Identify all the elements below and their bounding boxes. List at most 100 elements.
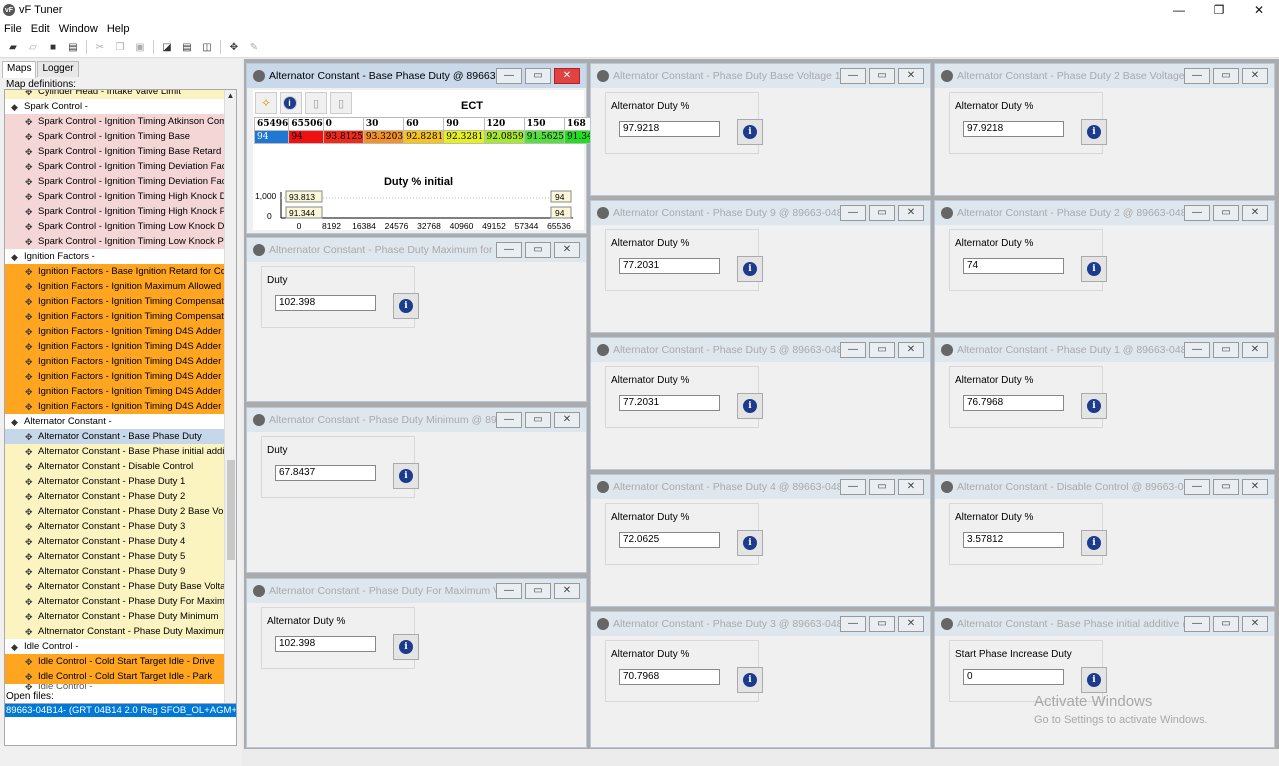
menu-window[interactable]: Window — [59, 23, 98, 35]
window-close-button[interactable]: ✕ — [1242, 616, 1268, 632]
window-minimize-button[interactable]: — — [496, 68, 522, 84]
window-maximize-button[interactable]: ▭ — [869, 342, 895, 358]
value-cell[interactable]: 93.8125 — [322, 130, 364, 144]
window-close-button[interactable]: ✕ — [1242, 205, 1268, 221]
map-window[interactable]: Alternator Constant - Phase Duty 4 @ 896… — [590, 474, 931, 607]
window-minimize-button[interactable]: — — [496, 583, 522, 599]
value-field[interactable]: 102.398 — [275, 636, 376, 652]
value-field[interactable]: 70.7968 — [619, 669, 720, 685]
value-field[interactable]: 102.398 — [275, 295, 376, 311]
cut-icon[interactable]: ✂ — [93, 40, 107, 54]
window-minimize-button[interactable]: — — [840, 205, 866, 221]
window-header[interactable]: Alternator Constant - Phase Duty 3 @ 896… — [591, 612, 930, 636]
tab-logger[interactable]: Logger — [37, 61, 79, 77]
open-file-item[interactable]: 89663-04B14- (GRT 04B14 2.0 Reg SFOB_OL+… — [5, 704, 236, 717]
info-button[interactable]: i — [737, 256, 763, 282]
restore-button[interactable]: ❐ — [1199, 0, 1239, 20]
map-window[interactable]: Altnernator Constant - Phase Duty Maximu… — [246, 237, 587, 402]
window-maximize-button[interactable]: ▭ — [1213, 205, 1239, 221]
copy-icon[interactable]: ❐ — [113, 40, 127, 54]
value-field[interactable]: 72.0625 — [619, 532, 720, 548]
tree-item[interactable]: ✥ Ignition Factors - Ignition Timing D4S … — [5, 399, 225, 414]
window-minimize-button[interactable]: — — [840, 342, 866, 358]
info-button[interactable]: i — [393, 293, 419, 319]
tree-scrollbar[interactable]: ▲ ▼ — [224, 90, 236, 744]
window-close-button[interactable]: ✕ — [898, 342, 924, 358]
window-close-button[interactable]: ✕ — [1242, 342, 1268, 358]
tree-category[interactable]: ◆ Idle Control - — [5, 639, 225, 654]
value-field[interactable]: 77.2031 — [619, 258, 720, 274]
map-window[interactable]: Alternator Constant - Base Phase initial… — [934, 611, 1275, 748]
map-window[interactable]: Alternator Constant - Phase Duty 5 @ 896… — [590, 337, 931, 470]
tree-category[interactable]: ◆ Ignition Factors - — [5, 249, 225, 264]
tree-item[interactable]: ✥ Cylinder Head - Intake Valve Limit — [5, 90, 225, 99]
value-field[interactable]: 3.57812 — [963, 532, 1064, 548]
open-files-list[interactable]: 89663-04B14- (GRT 04B14 2.0 Reg SFOB_OL+… — [4, 703, 237, 746]
window-header[interactable]: Alternator Constant - Phase Duty Minimum… — [247, 408, 586, 432]
window-close-button[interactable]: ✕ — [1242, 68, 1268, 84]
window-maximize-button[interactable]: ▭ — [1213, 68, 1239, 84]
save-as-icon[interactable]: ▤ — [66, 40, 80, 54]
value-cell[interactable]: 91.5625 — [523, 130, 565, 144]
tree-item[interactable]: ✥ Alternator Constant - Phase Duty 4 — [5, 534, 225, 549]
tree-item[interactable]: ✥ Ignition Factors - Ignition Timing D4S … — [5, 354, 225, 369]
table-window-base-phase-duty[interactable]: Alternator Constant - Base Phase Duty @ … — [246, 63, 606, 234]
page-copy-icon[interactable]: ▯ — [330, 92, 352, 114]
window-close-button[interactable]: ✕ — [898, 616, 924, 632]
window-close-button[interactable]: ✕ — [554, 412, 580, 428]
page-icon[interactable]: ▯ — [305, 92, 327, 114]
window-maximize-button[interactable]: ▭ — [525, 412, 551, 428]
tree-item[interactable]: ✥ Ignition Factors - Ignition Timing D4S … — [5, 324, 225, 339]
window-minimize-button[interactable]: — — [1184, 205, 1210, 221]
tree-item[interactable]: ✥ Idle Control - Cold Start Target Idle -… — [5, 654, 225, 669]
tree-item[interactable]: ✥ Idle Control - Cold Start Target Idle -… — [5, 669, 225, 684]
value-field[interactable]: 76.7968 — [963, 395, 1064, 411]
wand-icon[interactable]: ✧ — [255, 92, 277, 114]
tree-item[interactable]: ✥ Ignition Factors - Ignition Timing D4S … — [5, 384, 225, 399]
tile-vertical-icon[interactable]: ◫ — [200, 40, 214, 54]
tree-item[interactable]: ✥ Ignition Factors - Ignition Maximum All… — [5, 279, 225, 294]
tree-item[interactable]: ✥ Alternator Constant - Phase Duty Minimu… — [5, 609, 225, 624]
window-maximize-button[interactable]: ▭ — [869, 68, 895, 84]
value-field[interactable]: 0 — [963, 669, 1064, 685]
paste-icon[interactable]: ▣ — [133, 40, 147, 54]
window-maximize-button[interactable]: ▭ — [525, 583, 551, 599]
tree-item[interactable]: ✥ Ignition Factors - Base Ignition Retard… — [5, 264, 225, 279]
window-maximize-button[interactable]: ▭ — [869, 479, 895, 495]
window-minimize-button[interactable]: — — [496, 412, 522, 428]
minimize-button[interactable]: — — [1159, 0, 1199, 20]
tree-item[interactable]: ✥ Spark Control - Ignition Timing Base — [5, 129, 225, 144]
menu-edit[interactable]: Edit — [31, 23, 50, 35]
tree-item[interactable]: ✥ Alternator Constant - Phase Duty 3 — [5, 519, 225, 534]
window-minimize-button[interactable]: — — [1184, 68, 1210, 84]
tree-item[interactable]: ✥ Ignition Factors - Ignition Timing Comp… — [5, 294, 225, 309]
value-table[interactable]: 65496 65506 0 30 60 90 120 150 168 94 94 93.8125 93… — [253, 117, 606, 144]
info-button[interactable]: i — [1081, 119, 1107, 145]
window-header[interactable]: Alternator Constant - Phase Duty 9 @ 896… — [591, 201, 930, 225]
window-header[interactable]: Alternator Constant - Phase Duty 2 @ 896… — [935, 201, 1274, 225]
tree-item[interactable]: ✥ Spark Control - Ignition Timing Deviati… — [5, 159, 225, 174]
tree-item[interactable]: ✥ Alternator Constant - Base Phase initia… — [5, 444, 225, 459]
info-button[interactable]: i — [1081, 393, 1107, 419]
menu-file[interactable]: File — [4, 23, 22, 35]
cascade-icon[interactable]: ◪ — [160, 40, 174, 54]
map-window[interactable]: Alternator Constant - Phase Duty For Max… — [246, 578, 587, 748]
tree-item[interactable]: ✥ Spark Control - Ignition Timing Deviati… — [5, 174, 225, 189]
tile-horizontal-icon[interactable]: ▤ — [180, 40, 194, 54]
info-button[interactable]: i — [737, 530, 763, 556]
tree-item[interactable]: ✥ Spark Control - Ignition Timing Base Re… — [5, 144, 225, 159]
scroll-up-icon[interactable]: ▲ — [225, 90, 236, 102]
window-header[interactable]: Alternator Constant - Base Phase initial… — [935, 612, 1274, 636]
tree-item[interactable]: ✥ Alternator Constant - Phase Duty 5 — [5, 549, 225, 564]
window-close-button[interactable]: ✕ — [554, 68, 580, 84]
window-header[interactable]: Alternator Constant - Phase Duty Base Vo… — [591, 64, 930, 88]
scroll-thumb[interactable] — [227, 460, 235, 560]
value-cell[interactable]: 93.3203 — [362, 130, 405, 144]
window-maximize-button[interactable]: ▭ — [525, 242, 551, 258]
window-close-button[interactable]: ✕ — [898, 205, 924, 221]
map-window[interactable]: Alternator Constant - Phase Duty 9 @ 896… — [590, 200, 931, 333]
value-cell[interactable]: 92.0859 — [483, 130, 525, 144]
tree-item[interactable]: ✥ Alternator Constant - Phase Duty 2 Base… — [5, 504, 225, 519]
map-window[interactable]: Alternator Constant - Phase Duty 1 @ 896… — [934, 337, 1275, 470]
window-maximize-button[interactable]: ▭ — [1213, 479, 1239, 495]
